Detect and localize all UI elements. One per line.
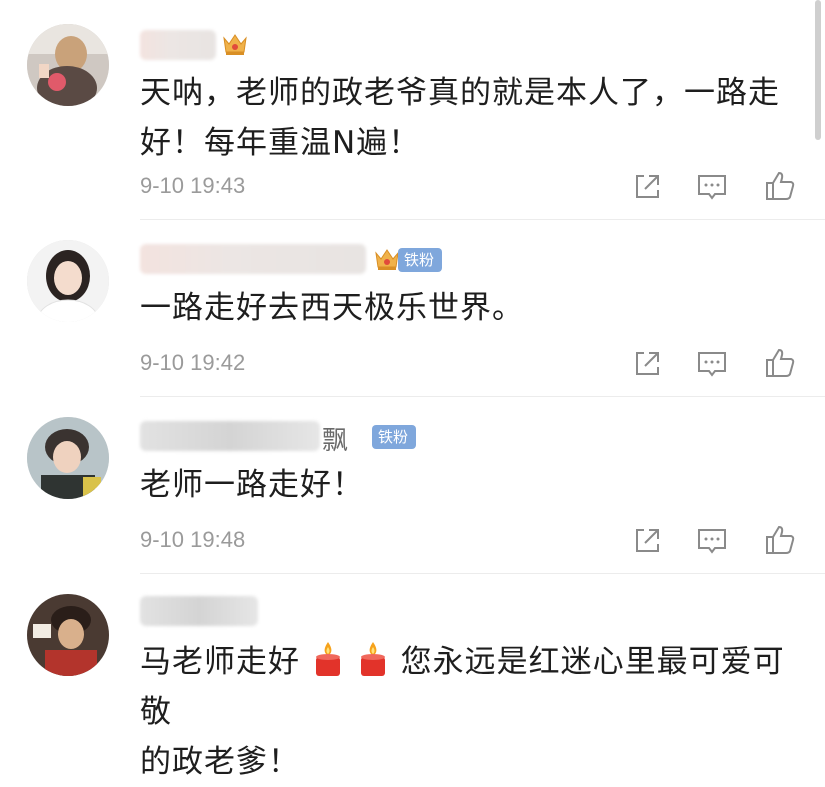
like-icon[interactable] bbox=[762, 345, 798, 381]
comment-icon[interactable] bbox=[694, 345, 730, 381]
fan-badge: 铁粉 bbox=[398, 248, 443, 272]
like-icon[interactable] bbox=[762, 522, 798, 558]
username-visible-suffix: 飘 bbox=[322, 426, 349, 456]
fan-badge: 铁粉 bbox=[372, 425, 417, 449]
share-icon[interactable] bbox=[630, 522, 666, 558]
avatar[interactable] bbox=[27, 240, 109, 322]
timestamp: 9-10 19:48 bbox=[140, 527, 246, 552]
username-redacted[interactable] bbox=[140, 421, 320, 451]
divider bbox=[140, 396, 825, 397]
divider bbox=[140, 219, 825, 220]
avatar[interactable] bbox=[27, 594, 109, 676]
comment-actions bbox=[626, 345, 806, 381]
crown-icon bbox=[375, 249, 399, 270]
comment-text-part: 马老师走好 bbox=[140, 644, 300, 680]
comment-text: 天呐，老师的政老爷真的就是本人了，一路走好！每年重温N遍！ bbox=[140, 68, 790, 168]
comment-text: 老师一路走好！ bbox=[140, 467, 364, 503]
scrollbar[interactable] bbox=[815, 0, 821, 140]
avatar[interactable] bbox=[27, 417, 109, 499]
username-redacted[interactable] bbox=[140, 30, 216, 60]
avatar[interactable] bbox=[27, 24, 109, 106]
crown-icon bbox=[223, 34, 247, 55]
username-redacted[interactable] bbox=[140, 244, 366, 274]
comment-text: 一路走好去西天极乐世界。 bbox=[140, 290, 524, 326]
divider bbox=[140, 573, 825, 574]
timestamp: 9-10 19:43 bbox=[140, 173, 246, 198]
comment-text-part: 的政老爹！ bbox=[140, 744, 300, 780]
candle-icon bbox=[315, 642, 340, 676]
timestamp: 9-10 19:42 bbox=[140, 350, 246, 375]
like-icon[interactable] bbox=[762, 168, 798, 204]
comment-actions bbox=[626, 168, 806, 204]
comment-actions bbox=[626, 522, 806, 558]
comment-icon[interactable] bbox=[694, 522, 730, 558]
comment-text: 马老师走好 您永远是红迷心里最可爱可敬 的政老爹！ bbox=[140, 637, 790, 787]
share-icon[interactable] bbox=[630, 345, 666, 381]
comment-icon[interactable] bbox=[694, 168, 730, 204]
candle-icon bbox=[360, 642, 385, 676]
comment-text-content: 天呐，老师的政老爷真的就是本人了，一路走好！每年重温N遍！ bbox=[140, 75, 780, 161]
username-redacted[interactable] bbox=[140, 596, 258, 626]
share-icon[interactable] bbox=[630, 168, 666, 204]
